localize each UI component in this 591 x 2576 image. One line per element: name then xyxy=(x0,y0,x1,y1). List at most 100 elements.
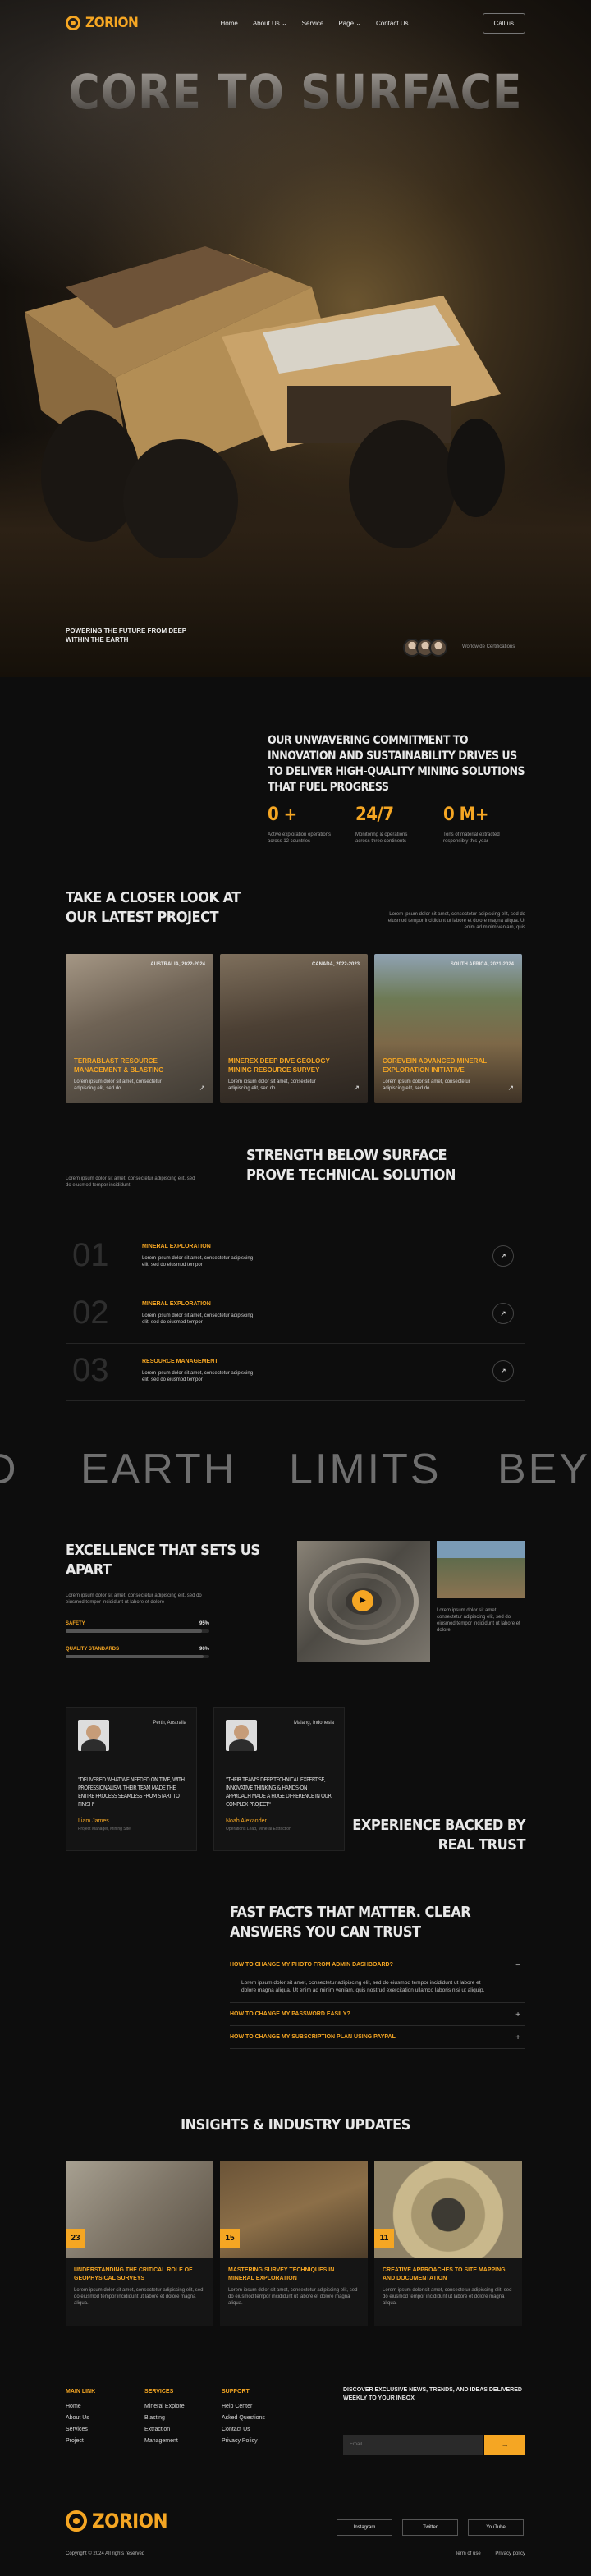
footer-heading: MAIN LINK xyxy=(66,2389,96,2395)
stat-value: 0 + xyxy=(268,804,297,825)
plus-icon[interactable]: + xyxy=(515,2033,520,2042)
send-button[interactable]: → xyxy=(484,2435,525,2455)
footer-link[interactable]: Help Center xyxy=(222,2401,265,2413)
email-input[interactable] xyxy=(343,2435,483,2455)
call-us-button[interactable]: Call us xyxy=(482,12,525,34)
insight-card[interactable]: 15 MASTERING SURVEY TECHNIQUES IN MINERA… xyxy=(220,2161,368,2326)
marquee-band: D EARTH LIMITS BEY xyxy=(0,1445,591,1494)
marquee-word: EARTH xyxy=(80,1446,237,1493)
faq-question[interactable]: HOW TO CHANGE MY PASSWORD EASILY? xyxy=(230,2011,525,2017)
open-pit-image xyxy=(437,1541,525,1598)
testimonial-name: Noah Alexander xyxy=(226,1818,267,1824)
play-icon[interactable]: ▶ xyxy=(352,1590,373,1611)
nav-page[interactable]: Page ⌄ xyxy=(338,20,361,27)
footer-link[interactable]: Blasting xyxy=(144,2413,185,2424)
footer-link[interactable]: Home xyxy=(66,2401,95,2413)
faq-answer: Lorem ipsum dolor sit amet, consectetur … xyxy=(241,1980,485,1993)
nav-contact[interactable]: Contact Us xyxy=(376,20,409,27)
testimonial-quote: "DELIVERED WHAT WE NEEDED ON TIME, WITH … xyxy=(78,1776,185,1808)
newsletter-text: DISCOVER EXCLUSIVE NEWS, TRENDS, AND IDE… xyxy=(343,2387,522,2401)
testimonial-card: Perth, Australia "DELIVERED WHAT WE NEED… xyxy=(66,1707,197,1851)
footer-link[interactable]: Extraction xyxy=(144,2424,185,2436)
bar-label: QUALITY STANDARDS xyxy=(66,1647,120,1652)
footer-link[interactable]: Project xyxy=(66,2436,95,2447)
footer-link[interactable]: Privacy Policy xyxy=(222,2436,265,2447)
legal-links: Term of use | Privacy policy xyxy=(455,2551,525,2556)
faq-item[interactable]: HOW TO CHANGE MY SUBSCRIPTION PLAN USING… xyxy=(230,2026,525,2049)
privacy-link[interactable]: Privacy policy xyxy=(495,2551,525,2556)
twitter-link[interactable]: Twitter xyxy=(402,2519,458,2536)
marquee-word: LIMITS xyxy=(289,1446,442,1493)
arrow-icon[interactable]: ↗ xyxy=(507,1084,514,1093)
avatar xyxy=(78,1720,109,1751)
quarry-video-thumbnail[interactable]: ▶ xyxy=(297,1541,430,1662)
insight-card[interactable]: 23 UNDERSTANDING THE CRITICAL ROLE OF GE… xyxy=(66,2161,213,2326)
arrow-icon[interactable]: ↗ xyxy=(492,1245,514,1267)
footer-logo[interactable]: ZORION xyxy=(66,2510,168,2532)
row-desc: Lorem ipsum dolor sit amet, consectetur … xyxy=(142,1371,254,1382)
testimonial-role: Operations Lead, Mineral Extraction xyxy=(226,1827,291,1831)
faq-item[interactable]: HOW TO CHANGE MY PHOTO FROM ADMIN DASHBO… xyxy=(230,1954,525,2003)
testimonial-name: Liam James xyxy=(78,1818,109,1824)
footer-link[interactable]: About Us xyxy=(66,2413,95,2424)
avatar xyxy=(429,639,447,657)
site-logo[interactable]: ZORION xyxy=(66,15,139,31)
project-title: MINEREX DEEP DIVE GEOLOGY MINING RESOURC… xyxy=(228,1057,330,1074)
testimonial-quote: "THEIR TEAM'S DEEP TECHNICAL EXPERTISE, … xyxy=(226,1776,332,1808)
footer-link[interactable]: Mineral Explore xyxy=(144,2401,185,2413)
plus-icon[interactable]: + xyxy=(515,2010,520,2019)
insight-card[interactable]: 11 CREATIVE APPROACHES TO SITE MAPPING A… xyxy=(374,2161,522,2326)
insight-desc: Lorem ipsum dolor sit amet, consectetur … xyxy=(228,2288,358,2306)
faq-item[interactable]: HOW TO CHANGE MY PASSWORD EASILY? + xyxy=(230,2003,525,2026)
footer-link[interactable]: Asked Questions xyxy=(222,2413,265,2424)
nav-about[interactable]: About Us ⌄ xyxy=(253,20,287,27)
social-links: Instagram Twitter YouTube xyxy=(337,2519,524,2536)
nav-service[interactable]: Service xyxy=(302,20,324,27)
project-card[interactable]: CANADA, 2022-2023 MINEREX DEEP DIVE GEOL… xyxy=(220,954,368,1103)
project-location: AUSTRALIA, 2022-2024 xyxy=(150,962,205,967)
insight-desc: Lorem ipsum dolor sit amet, consectetur … xyxy=(74,2288,204,2306)
avatar-group xyxy=(403,639,447,657)
minus-icon[interactable]: − xyxy=(515,1961,520,1970)
excellence-desc: Lorem ipsum dolor sit amet, consectetur … xyxy=(66,1593,202,1605)
instagram-link[interactable]: Instagram xyxy=(337,2519,392,2536)
arrow-icon[interactable]: ↗ xyxy=(199,1084,205,1093)
insight-cards: 23 UNDERSTANDING THE CRITICAL ROLE OF GE… xyxy=(66,2161,522,2326)
bar-label: SAFETY xyxy=(66,1621,85,1626)
row-desc: Lorem ipsum dolor sit amet, consectetur … xyxy=(142,1313,254,1325)
project-card[interactable]: SOUTH AFRICA, 2021-2024 COREVEIN ADVANCE… xyxy=(374,954,522,1103)
service-row[interactable]: 03 RESOURCE MANAGEMENT Lorem ipsum dolor… xyxy=(66,1344,525,1401)
nav-home[interactable]: Home xyxy=(220,20,237,27)
footer-column-support: SUPPORT Help Center Asked Questions Cont… xyxy=(222,2386,265,2447)
insight-title[interactable]: CREATIVE APPROACHES TO SITE MAPPING AND … xyxy=(383,2267,514,2283)
row-title: RESOURCE MANAGEMENT xyxy=(142,1359,218,1364)
hero-headline: CORE TO SURFACE xyxy=(0,64,591,120)
footer-link[interactable]: Services xyxy=(66,2424,95,2436)
service-row[interactable]: 02 MINERAL EXPLORATION Lorem ipsum dolor… xyxy=(66,1286,525,1344)
arrow-icon[interactable]: ↗ xyxy=(492,1360,514,1382)
footer-link[interactable]: Contact Us xyxy=(222,2424,265,2436)
footer-heading: SERVICES xyxy=(144,2389,174,2395)
stat-item: 0 M+ Tons of material extracted responsib… xyxy=(443,804,531,845)
arrow-icon[interactable]: ↗ xyxy=(492,1303,514,1324)
terms-link[interactable]: Term of use xyxy=(455,2551,480,2556)
faq-question[interactable]: HOW TO CHANGE MY PHOTO FROM ADMIN DASHBO… xyxy=(230,1962,525,1968)
insight-title[interactable]: MASTERING SURVEY TECHNIQUES IN MINERAL E… xyxy=(228,2267,360,2283)
project-title: TERRABLAST RESOURCE MANAGEMENT & BLASTIN… xyxy=(74,1057,164,1074)
project-card[interactable]: AUSTRALIA, 2022-2024 TERRABLAST RESOURCE… xyxy=(66,954,213,1103)
youtube-link[interactable]: YouTube xyxy=(468,2519,524,2536)
project-title: COREVEIN ADVANCED MINERAL EXPLORATION IN… xyxy=(383,1057,487,1074)
service-row[interactable]: 01 MINERAL EXPLORATION Lorem ipsum dolor… xyxy=(66,1229,525,1286)
stat-item: 24/7 Monitoring & operations across three… xyxy=(355,804,443,845)
footer-link[interactable]: Management xyxy=(144,2436,185,2447)
insight-title[interactable]: UNDERSTANDING THE CRITICAL ROLE OF GEOPH… xyxy=(74,2267,205,2283)
stat-label: Tons of material extracted responsibly t… xyxy=(443,832,500,844)
stat-label: Active exploration operations across 12 … xyxy=(268,832,332,844)
arrow-icon[interactable]: ↗ xyxy=(353,1084,360,1093)
stats-row: 0 + Active exploration operations across … xyxy=(268,804,531,845)
hero-section: ZORION Home About Us ⌄ Service Page ⌄ Co… xyxy=(0,0,591,677)
project-cards: AUSTRALIA, 2022-2024 TERRABLAST RESOURCE… xyxy=(66,954,522,1103)
stat-label: Monitoring & operations across three con… xyxy=(355,832,408,844)
projects-title: TAKE A CLOSER LOOK AT OUR LATEST PROJECT xyxy=(66,889,241,926)
faq-question[interactable]: HOW TO CHANGE MY SUBSCRIPTION PLAN USING… xyxy=(230,2034,525,2040)
